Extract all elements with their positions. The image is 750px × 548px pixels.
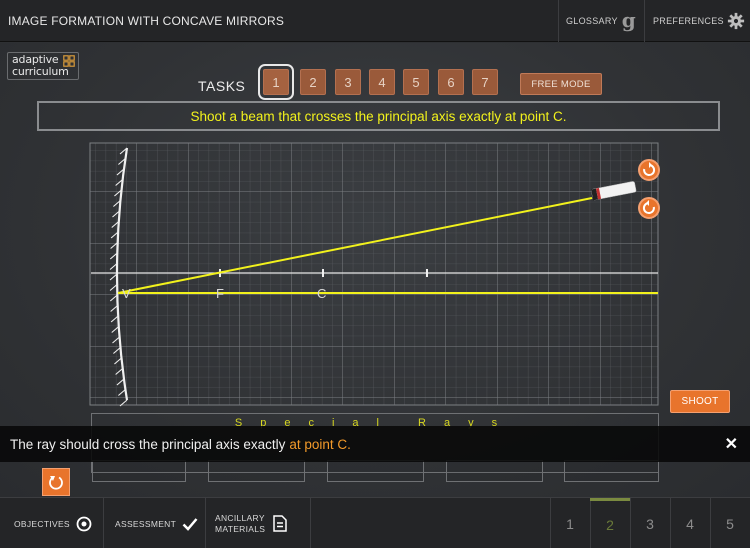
ancillary-label-line-1: ANCILLARY [215,512,265,523]
glossary-button[interactable]: GLOSSARY g [566,0,636,42]
close-icon[interactable]: ✕ [725,434,738,454]
rotate-cw-icon [643,162,656,176]
page-button-2[interactable]: 2 [590,498,630,548]
feedback-text: The ray should cross the principal axis … [10,436,286,452]
logo-line-2: curriculum [12,65,69,78]
assessment-label: ASSESSMENT [115,518,177,529]
focus-label: F [216,286,224,301]
divider [644,0,645,42]
logo-mark-icon [63,55,75,67]
task-button-6[interactable]: 6 [438,69,464,95]
top-bar: IMAGE FORMATION WITH CONCAVE MIRRORS GLO… [0,0,750,42]
divider [103,498,104,548]
special-ray-slot[interactable] [446,460,543,482]
special-ray-slot[interactable] [208,460,305,482]
gear-icon [727,12,744,30]
special-ray-slot[interactable] [327,460,424,482]
mirror-simulation: V F C [89,142,659,407]
document-icon [273,515,287,532]
center-label: C [317,286,326,301]
target-icon [76,516,92,531]
rotate-clockwise-button[interactable] [638,159,660,181]
task-button-7[interactable]: 7 [472,69,498,95]
page-button-5[interactable]: 5 [710,498,750,548]
special-ray-slot[interactable] [92,460,186,482]
rotate-counterclockwise-button[interactable] [638,197,660,219]
special-ray-slot[interactable] [564,460,659,482]
ancillary-materials-button[interactable]: ANCILLARY MATERIALS [215,498,287,548]
adaptive-curriculum-logo: adaptive curriculum [7,52,79,80]
free-mode-button[interactable]: FREE MODE [520,73,602,95]
rotate-ccw-icon [642,200,655,214]
glossary-label: GLOSSARY [566,16,618,26]
reset-button[interactable] [42,468,70,496]
reset-icon [49,476,63,490]
tasks-label: TASKS [198,78,246,94]
task-button-1[interactable]: 1 [258,64,294,100]
app-title: IMAGE FORMATION WITH CONCAVE MIRRORS [8,14,285,28]
task-instruction-text: Shoot a beam that crosses the principal … [190,108,567,124]
preferences-label: PREFERENCES [653,16,724,26]
shoot-button[interactable]: SHOOT [670,390,730,413]
task-button-5[interactable]: 5 [403,69,429,95]
task-button-4[interactable]: 4 [369,69,395,95]
divider [558,0,559,42]
preferences-button[interactable]: PREFERENCES [653,0,745,42]
task-button-2[interactable]: 2 [300,69,326,95]
grid-major [90,143,658,405]
ancillary-label-line-2: MATERIALS [215,523,266,534]
assessment-button[interactable]: ASSESSMENT [115,498,198,548]
feedback-message-bar: The ray should cross the principal axis … [0,426,750,462]
feedback-highlight: at point C. [289,436,351,452]
divider [205,498,206,548]
bottom-bar: OBJECTIVES ASSESSMENT ANCILLARY MATERIAL… [0,497,750,548]
vertex-label: V [122,286,131,301]
divider [310,498,311,548]
task-instruction-box: Shoot a beam that crosses the principal … [37,101,720,131]
task-button-3[interactable]: 3 [335,69,361,95]
page-button-4[interactable]: 4 [670,498,710,548]
checkmark-icon [182,517,198,531]
page-button-1[interactable]: 1 [550,498,590,548]
glossary-icon: g [621,8,637,32]
objectives-button[interactable]: OBJECTIVES [14,498,92,548]
page-button-3[interactable]: 3 [630,498,670,548]
objectives-label: OBJECTIVES [14,518,70,529]
